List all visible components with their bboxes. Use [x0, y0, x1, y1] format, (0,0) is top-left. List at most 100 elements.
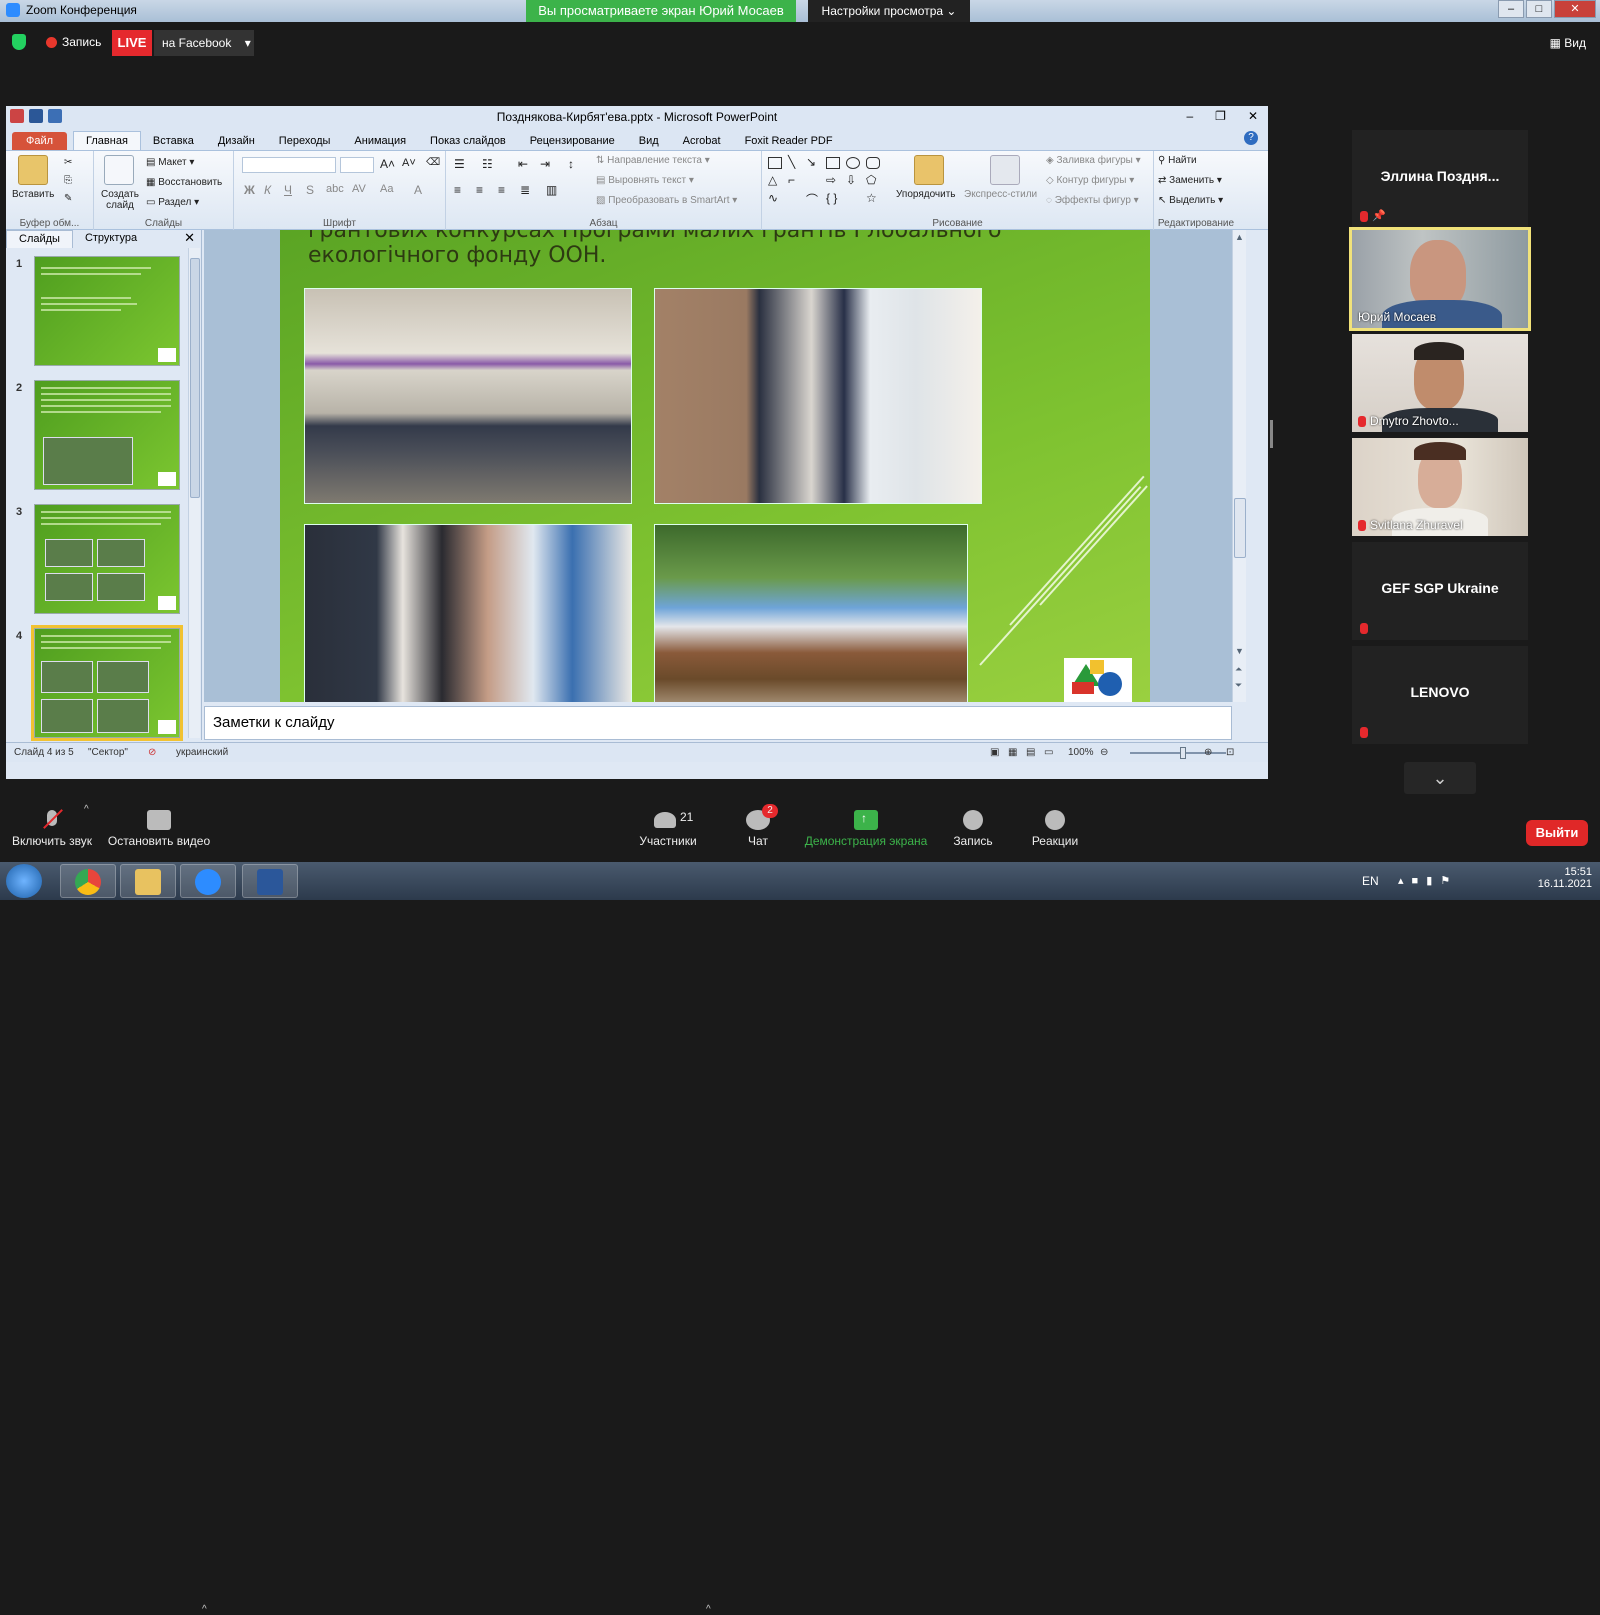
windows-start-icon[interactable]: [6, 864, 42, 898]
slide-scrollbar[interactable]: ▲ ▼ ⏶ ⏷: [1232, 230, 1246, 702]
shape-rounded-rect-icon[interactable]: [866, 157, 880, 169]
indent-more-icon[interactable]: ⇥: [540, 157, 550, 171]
shadow-icon[interactable]: S: [306, 183, 314, 197]
participant-tile[interactable]: Dmytro Zhovto...: [1352, 334, 1528, 432]
photo-group-building[interactable]: [304, 288, 632, 504]
help-icon[interactable]: ?: [1244, 131, 1258, 145]
taskbar-explorer[interactable]: [120, 864, 176, 898]
slide-scroll-thumb[interactable]: [1234, 498, 1246, 558]
normal-view-icon[interactable]: ▣: [990, 747, 999, 758]
tab-review[interactable]: Рецензирование: [518, 132, 627, 150]
tray-arrow-icon[interactable]: ▴: [1398, 875, 1412, 887]
security-shield-icon[interactable]: [12, 34, 26, 50]
grow-font-icon[interactable]: A˄: [380, 157, 395, 171]
new-slide-icon[interactable]: [104, 155, 134, 185]
shapes-gallery[interactable]: ╲ ↘ △ ⌐ ⇨ ⇩ ⬠ ∿ ⌒ { } ☆: [766, 155, 884, 207]
thumbnail-scrollbar[interactable]: [188, 248, 200, 738]
shape-outline-button[interactable]: ◇ Контур фигуры ▾: [1046, 175, 1134, 186]
view-options-button[interactable]: Настройки просмотра ⌄: [808, 0, 970, 22]
tab-acrobat[interactable]: Acrobat: [671, 132, 733, 150]
tab-design[interactable]: Дизайн: [206, 132, 267, 150]
shape-effects-button[interactable]: ◌ Эффекты фигур ▾: [1046, 195, 1139, 206]
shrink-font-icon[interactable]: A˅: [402, 157, 416, 169]
paste-button[interactable]: Вставить: [12, 189, 54, 200]
format-painter-icon[interactable]: ✎: [64, 193, 72, 204]
record-button[interactable]: Запись: [948, 800, 998, 848]
tray-icons[interactable]: ▴■▮⚑: [1398, 874, 1458, 887]
next-slide-icon[interactable]: ⏷: [1235, 680, 1242, 691]
slide-notes-field[interactable]: Заметки к слайду: [204, 706, 1232, 740]
minimize-button[interactable]: –: [1498, 0, 1524, 18]
align-left-icon[interactable]: ≡: [454, 183, 461, 197]
shape-right-arrow-icon[interactable]: ⇨: [826, 173, 836, 187]
cut-icon[interactable]: ✂: [64, 157, 72, 168]
shape-line-icon[interactable]: ╲: [788, 155, 795, 169]
tab-view[interactable]: Вид: [627, 132, 671, 150]
pane-tab-slides[interactable]: Слайды: [6, 230, 73, 248]
tab-slideshow[interactable]: Показ слайдов: [418, 132, 518, 150]
quick-styles-icon[interactable]: [990, 155, 1020, 185]
text-direction-button[interactable]: ⇅ Направление текста ▾: [596, 155, 710, 166]
arrange-icon[interactable]: [914, 155, 944, 185]
section-button[interactable]: ▭ Раздел ▾: [146, 197, 199, 208]
shape-down-arrow-icon[interactable]: ⇩: [846, 173, 856, 187]
shape-triangle-icon[interactable]: △: [768, 173, 777, 187]
columns-icon[interactable]: ▥: [546, 183, 557, 197]
tray-network-icon[interactable]: ▮: [1426, 875, 1440, 887]
reactions-button[interactable]: Реакции: [1024, 800, 1086, 848]
video-options-caret-icon[interactable]: ^: [202, 1604, 207, 1615]
quick-styles-button[interactable]: Экспресс-стили: [964, 189, 1037, 200]
tab-transitions[interactable]: Переходы: [267, 132, 343, 150]
photo-exhibition-booth[interactable]: [304, 524, 632, 702]
shape-star-icon[interactable]: ☆: [866, 191, 877, 205]
tab-insert[interactable]: Вставка: [141, 132, 206, 150]
ppt-close-button[interactable]: ✕: [1248, 109, 1258, 123]
participant-tile-active[interactable]: Юрий Мосаев: [1349, 227, 1531, 331]
audio-options-caret-icon[interactable]: ^: [84, 804, 89, 815]
underline-icon[interactable]: Ч: [284, 183, 292, 197]
close-button[interactable]: ✕: [1554, 0, 1596, 18]
participants-button[interactable]: 21 Участники: [626, 800, 710, 848]
shape-curve-icon[interactable]: ∿: [768, 191, 778, 205]
slide-heading[interactable]: грантових конкурсах Програми малих грант…: [308, 230, 1128, 268]
zoom-out-icon[interactable]: ⊖: [1100, 747, 1108, 758]
slide-canvas[interactable]: грантових конкурсах Програми малих грант…: [280, 230, 1150, 702]
new-slide-button[interactable]: Создать слайд: [98, 189, 142, 211]
status-language[interactable]: украинский: [176, 747, 228, 758]
reading-view-icon[interactable]: ▤: [1026, 747, 1035, 758]
zoom-slider-handle[interactable]: [1180, 747, 1186, 759]
tab-foxit[interactable]: Foxit Reader PDF: [733, 132, 845, 150]
shape-brace-icon[interactable]: { }: [826, 191, 837, 205]
shape-arc-icon[interactable]: ⌒: [806, 191, 818, 208]
shape-textbox-icon[interactable]: [768, 157, 782, 169]
view-button[interactable]: ▦ Вид: [1550, 36, 1586, 50]
tray-flag-icon[interactable]: ⚑: [1440, 875, 1458, 887]
shape-pentagon-icon[interactable]: ⬠: [866, 173, 876, 187]
scroll-up-icon[interactable]: ▲: [1235, 232, 1244, 242]
font-color-icon[interactable]: A: [414, 183, 422, 197]
slideshow-view-icon[interactable]: ▭: [1044, 747, 1053, 758]
paste-icon[interactable]: [18, 155, 48, 185]
font-size-box[interactable]: [340, 157, 374, 173]
replace-button[interactable]: ⇄ Заменить ▾: [1158, 175, 1222, 186]
tab-animation[interactable]: Анимация: [342, 132, 418, 150]
layout-button[interactable]: ▤ Макет ▾: [146, 157, 194, 168]
justify-icon[interactable]: ≣: [520, 183, 530, 197]
align-center-icon[interactable]: ≡: [476, 183, 483, 197]
facebook-live-button[interactable]: на Facebook ▾: [154, 30, 254, 56]
change-case-icon[interactable]: Aa: [380, 183, 393, 195]
photo-group-banner[interactable]: [654, 288, 982, 504]
indent-less-icon[interactable]: ⇤: [518, 157, 528, 171]
unmute-button[interactable]: Включить звук: [8, 800, 96, 848]
line-spacing-icon[interactable]: ↕: [568, 157, 574, 171]
participant-tile[interactable]: Эллина Поздня... 📌: [1352, 130, 1528, 228]
fit-slide-icon[interactable]: ⊡: [1226, 747, 1234, 758]
share-screen-button[interactable]: ↑ Демонстрация экрана: [800, 800, 932, 848]
ppt-restore-button[interactable]: ❐: [1215, 109, 1226, 123]
participant-tile[interactable]: LENOVO: [1352, 646, 1528, 744]
shape-oval-icon[interactable]: [846, 157, 860, 169]
leave-meeting-button[interactable]: Выйти: [1526, 820, 1588, 846]
prev-slide-icon[interactable]: ⏶: [1235, 664, 1242, 675]
chat-button[interactable]: 2 Чат: [736, 800, 780, 848]
numbering-icon[interactable]: ☷: [482, 157, 493, 171]
